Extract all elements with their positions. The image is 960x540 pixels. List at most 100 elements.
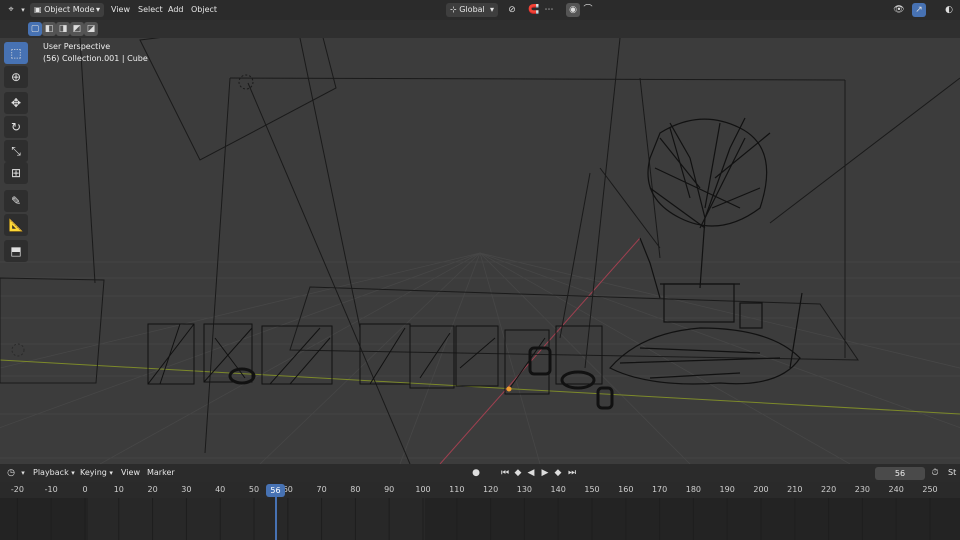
ruler-tick-label: 40 — [215, 485, 226, 494]
playhead-frame[interactable]: 56 — [266, 484, 285, 497]
menu-view[interactable]: View — [111, 3, 130, 17]
chevron-down-icon: ▾ — [95, 5, 100, 14]
jump-end-icon[interactable]: ⏭ — [565, 466, 579, 480]
menu-object[interactable]: Object — [191, 3, 217, 17]
overlays-icon[interactable]: ◐ — [942, 3, 956, 17]
ruler-tick-label: 230 — [854, 485, 871, 494]
ruler-tick-label: 160 — [618, 485, 634, 494]
mode-dropdown[interactable]: ▣ Object Mode ▾ — [30, 3, 104, 17]
ruler-tick-label: 200 — [753, 485, 769, 494]
transform-tool[interactable]: ⊞ — [4, 162, 28, 184]
ruler-tick-label: 250 — [922, 485, 938, 494]
menu-playback[interactable]: Playback ▾ — [33, 466, 75, 480]
3d-viewport[interactable]: User Perspective (56) Collection.001 | C… — [0, 38, 960, 464]
snap-target-icon[interactable]: ⋯ — [542, 3, 556, 17]
ruler-tick-label: 70 — [316, 485, 327, 494]
light-object[interactable] — [238, 74, 254, 90]
play-icon[interactable]: ▶ — [538, 466, 552, 480]
menu-add[interactable]: Add — [168, 3, 184, 17]
track-gridlines — [16, 498, 931, 540]
light-object-2[interactable] — [11, 343, 25, 357]
playback-label: Playback — [33, 468, 69, 477]
transform-icon: ⊞ — [10, 166, 22, 180]
ruler-tick-label: 20 — [147, 485, 158, 494]
menu-view-timeline[interactable]: View — [121, 466, 140, 480]
3d-cursor-icon: ⊕ — [10, 70, 22, 84]
ruler-tick-label: -20 — [10, 485, 24, 494]
ring-objects[interactable] — [228, 346, 614, 410]
ruler-tick-label: 10 — [113, 485, 124, 494]
proportional-editing-icon[interactable]: ◉ — [566, 3, 580, 17]
select-invert-icon[interactable]: ◩ — [70, 22, 84, 36]
annotate-pen-icon: ✎ — [10, 194, 22, 208]
x-axis-line — [439, 237, 641, 464]
ruler-tick-label: 180 — [685, 485, 702, 494]
chevron-down-icon: ▾ — [21, 6, 25, 14]
chevron-down-icon: ▾ — [71, 469, 75, 477]
ruler-tick-label: 210 — [787, 485, 803, 494]
menu-select[interactable]: Select — [138, 3, 163, 17]
select-subtract-icon[interactable]: ◨ — [56, 22, 70, 36]
stopwatch-icon[interactable]: ⏱ — [928, 466, 942, 480]
ruler-tick-label: 240 — [888, 485, 904, 494]
mode-label: Object Mode — [44, 5, 95, 14]
timeline-tracks[interactable] — [0, 498, 960, 540]
next-keyframe-icon[interactable]: ◆ — [551, 466, 565, 480]
pivot-point-icon[interactable]: ⊘ — [505, 3, 519, 17]
ruler-tick-label: -10 — [44, 485, 58, 494]
gizmo-toggle-icon[interactable]: ↗ — [912, 3, 926, 17]
text-mesh-wireframe[interactable] — [147, 323, 603, 395]
ruler-tick-label: 110 — [449, 485, 465, 494]
jump-start-icon[interactable]: ⏮ — [498, 466, 512, 480]
view-name: User Perspective — [43, 42, 111, 51]
ruler-tick-label: 190 — [719, 485, 735, 494]
current-frame-field[interactable]: 56 — [875, 467, 925, 480]
snap-magnet-icon[interactable]: 🧲 — [527, 3, 541, 17]
ruler-tick-label: 80 — [350, 485, 361, 494]
camera-outlines — [0, 38, 960, 464]
viewport-header: ⌖ ▾ ▣ Object Mode ▾ View Select Add Obje… — [0, 0, 960, 20]
visibility-icon[interactable]: 👁 — [892, 3, 906, 17]
floor-grid — [0, 252, 960, 464]
timeline-header: ◷ ▾ Playback ▾ Keying ▾ View Marker ● ⏮ … — [0, 464, 960, 482]
select-intersect-icon[interactable]: ◪ — [84, 22, 98, 36]
transform-orientation-dropdown[interactable]: ⊹ Global ▾ — [446, 3, 498, 17]
prev-keyframe-icon[interactable]: ◆ — [511, 466, 525, 480]
annotate-tool[interactable]: ✎ — [4, 190, 28, 212]
record-icon[interactable]: ● — [469, 466, 483, 480]
object-origin — [506, 386, 512, 392]
select-box-tool[interactable]: ⬚ — [4, 42, 28, 64]
measure-tool[interactable]: 📐 — [4, 214, 28, 236]
add-cube-tool[interactable]: ⬒ — [4, 240, 28, 262]
ruler-tick-label: 90 — [384, 485, 395, 494]
ruler-tick-label: 120 — [482, 485, 499, 494]
ruler-tick-label: 140 — [550, 485, 566, 494]
chevron-down-icon: ▾ — [489, 5, 494, 14]
ruler-tick-label: 0 — [82, 485, 88, 494]
select-new-icon[interactable]: ▢ — [28, 22, 42, 36]
ruler-tick-label: 220 — [820, 485, 837, 494]
y-axis-line — [0, 359, 960, 415]
ruler-tick-label: 150 — [584, 485, 600, 494]
measure-ruler-icon: 📐 — [8, 218, 24, 232]
menu-marker[interactable]: Marker — [147, 466, 175, 480]
ruler-tick-label: 50 — [248, 485, 260, 494]
global-axes-icon: ⊹ — [450, 5, 457, 14]
scene-wireframe — [0, 38, 960, 464]
rotate-icon: ↻ — [10, 120, 22, 134]
cursor-tool[interactable]: ⊕ — [4, 66, 28, 88]
viewport-context: (56) Collection.001 | Cube — [43, 54, 148, 63]
play-reverse-icon[interactable]: ◀ — [524, 466, 538, 480]
ruler-tick-label: 130 — [516, 485, 533, 494]
move-tool[interactable]: ✥ — [4, 92, 28, 114]
timeline-ruler[interactable]: -20 -10 0 10 20 30 40 50 60 70 80 90 100 110 120 130 140… — [0, 482, 960, 498]
start-frame-label[interactable]: St — [948, 466, 956, 480]
falloff-curve-icon[interactable]: ⌒ — [581, 3, 595, 17]
ruler-tick-label: 30 — [181, 485, 192, 494]
ruler-tick-label: 170 — [651, 485, 668, 494]
scale-tool[interactable]: ⤡ — [4, 140, 28, 162]
chevron-down-icon: ▾ — [109, 469, 113, 477]
rotate-tool[interactable]: ↻ — [4, 116, 28, 138]
menu-keying[interactable]: Keying ▾ — [80, 466, 113, 480]
select-extend-icon[interactable]: ◧ — [42, 22, 56, 36]
